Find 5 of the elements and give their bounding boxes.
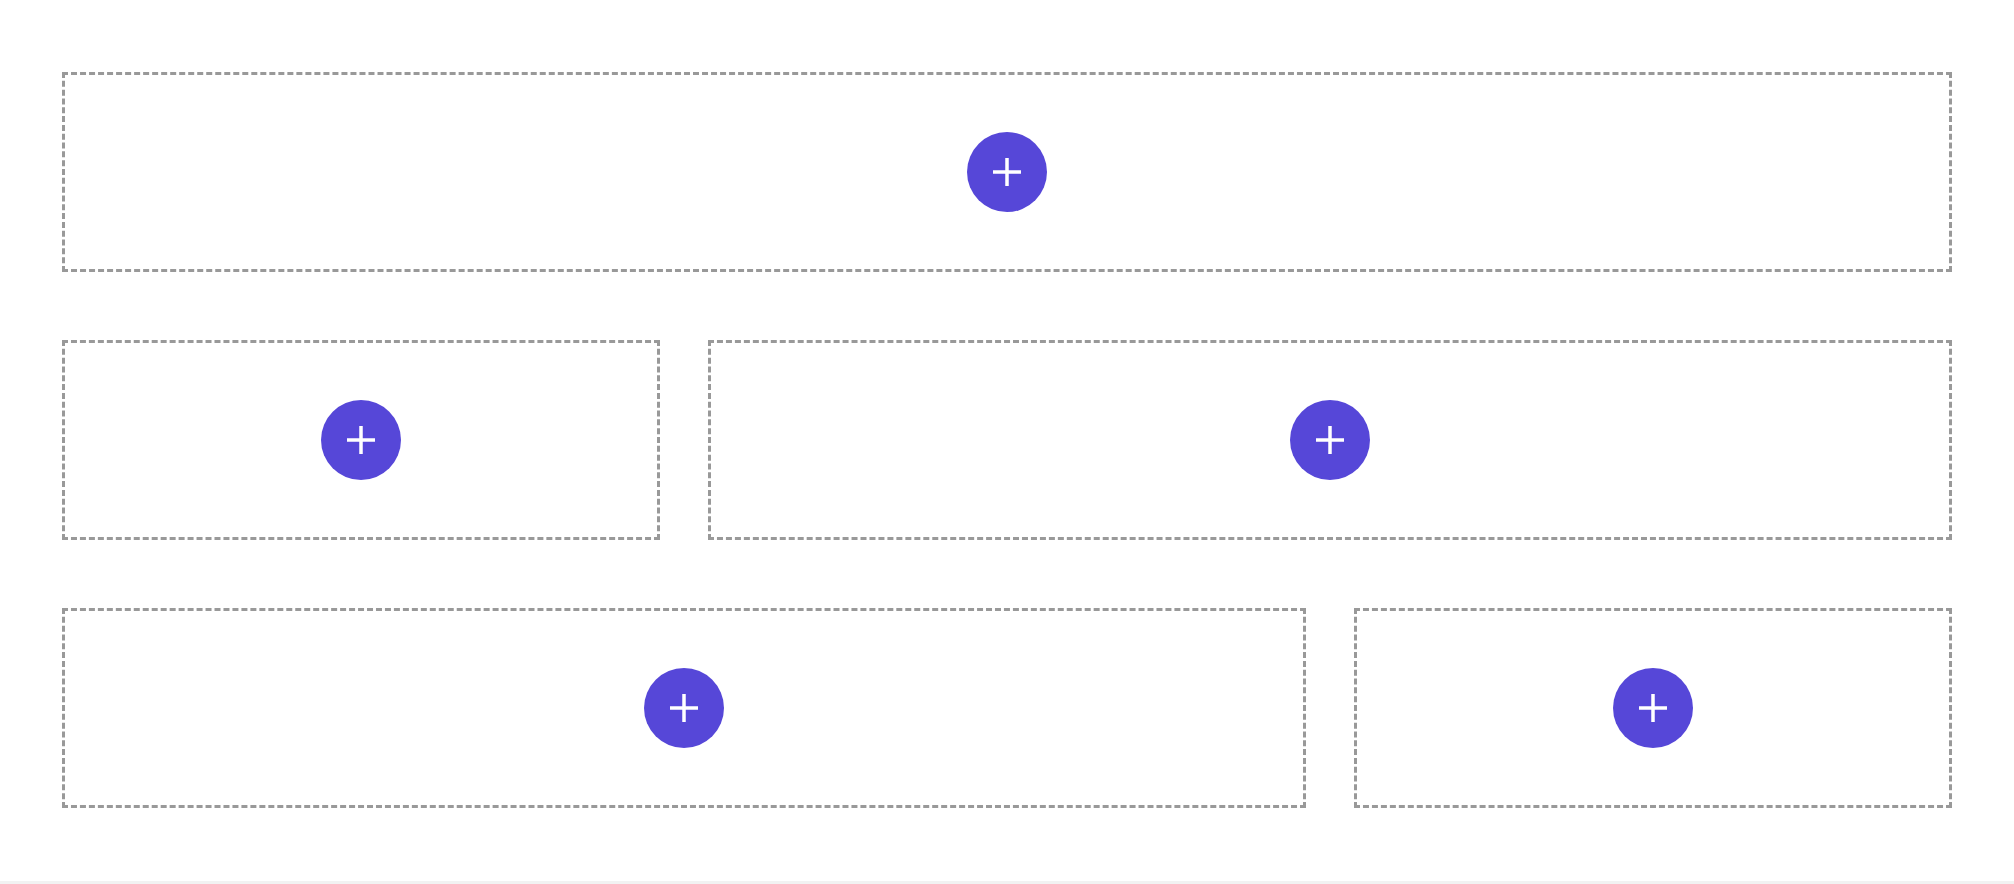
plus-icon — [1639, 694, 1667, 722]
plus-icon — [1316, 426, 1344, 454]
plus-icon — [670, 694, 698, 722]
plus-icon — [993, 158, 1021, 186]
plus-icon — [347, 426, 375, 454]
